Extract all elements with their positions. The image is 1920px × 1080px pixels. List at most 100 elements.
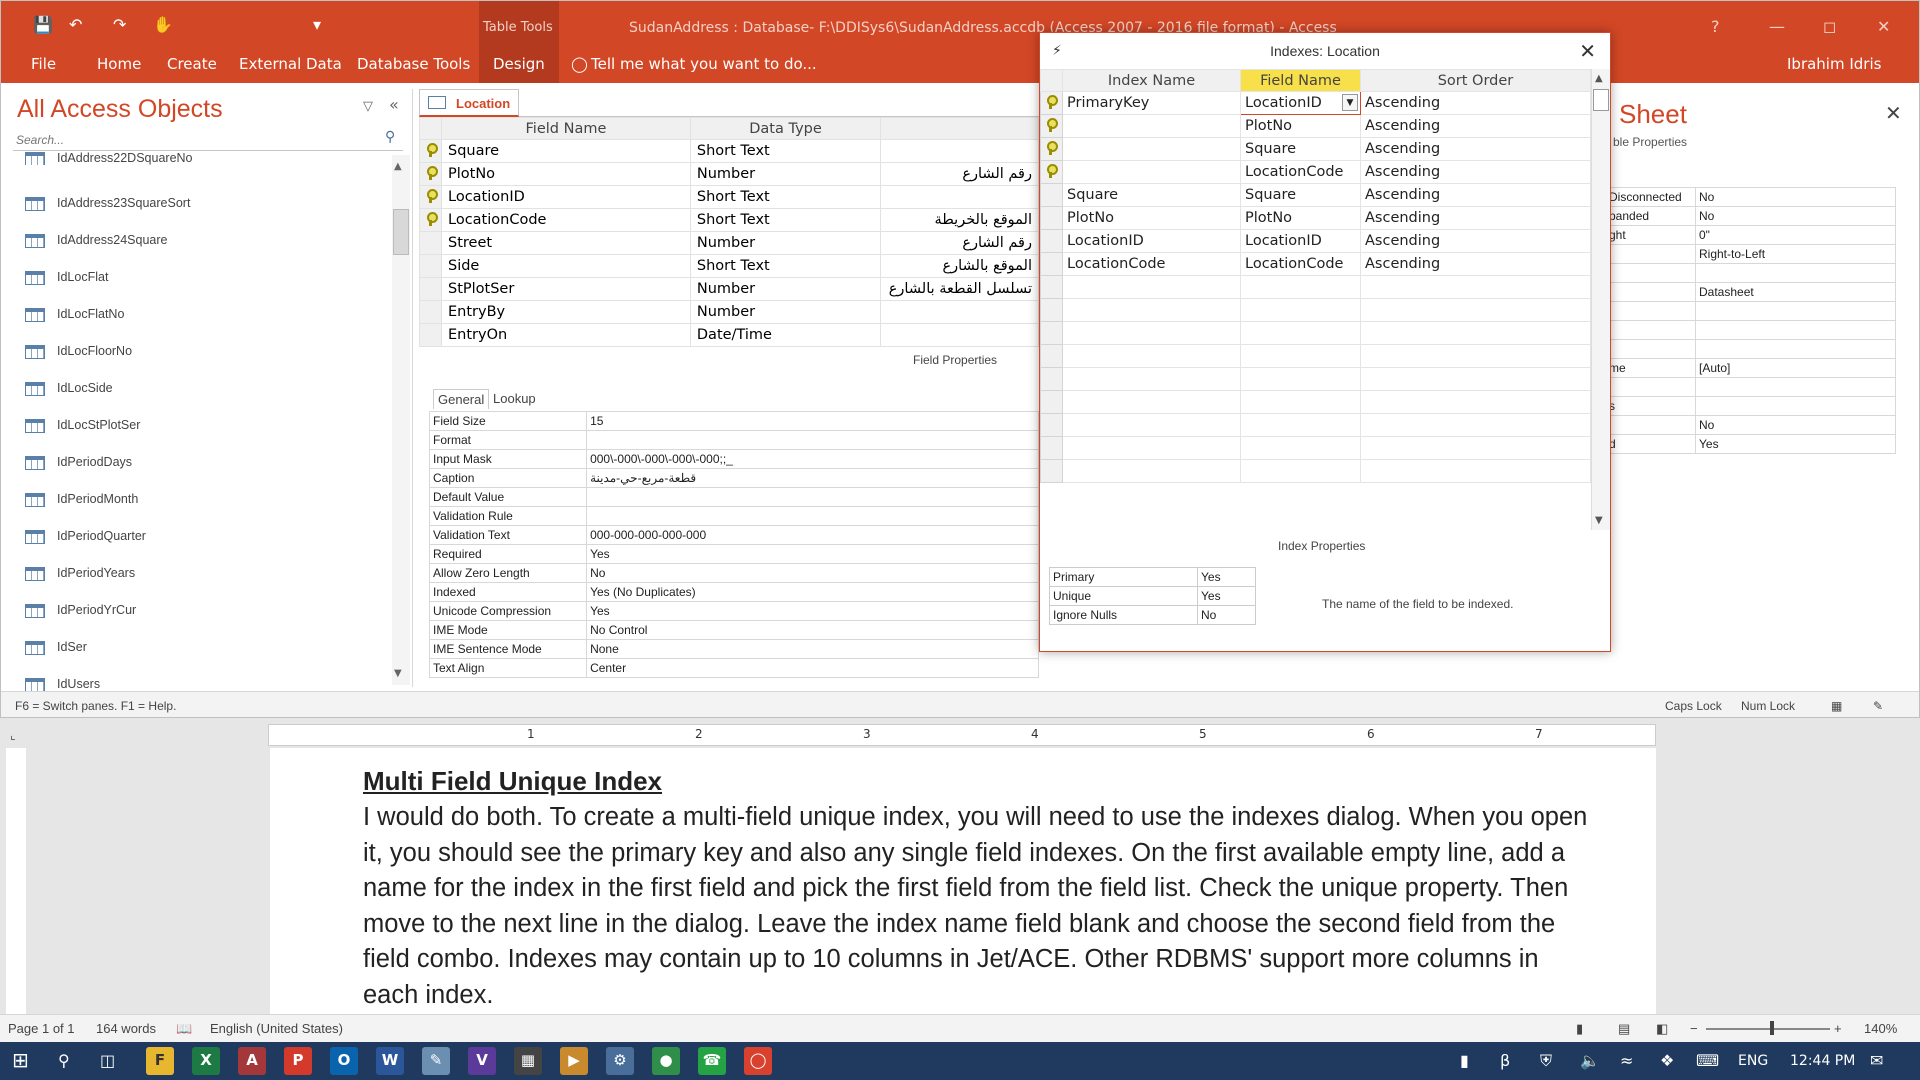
- data-type-cell[interactable]: Short Text: [689, 208, 882, 232]
- description-cell[interactable]: [880, 185, 1039, 209]
- volume-tray-icon[interactable]: 🔈: [1580, 1051, 1600, 1070]
- indexes-scrollbar[interactable]: ▲ ▼: [1591, 69, 1610, 530]
- nav-item[interactable]: IdPeriodYears: [25, 566, 385, 586]
- field-row[interactable]: PlotNo Number رقم الشارع: [419, 162, 1039, 186]
- row-selector[interactable]: [419, 231, 442, 255]
- tab-create[interactable]: Create: [167, 55, 217, 73]
- index-row-selector[interactable]: [1040, 436, 1063, 460]
- index-row[interactable]: LocationCode LocationCode Ascending: [1040, 252, 1591, 276]
- horizontal-ruler[interactable]: 1 2 3 4 5 6 7: [268, 724, 1656, 746]
- calculator-app-icon[interactable]: ▦: [514, 1047, 542, 1075]
- property-sheet-value[interactable]: [1695, 377, 1896, 397]
- index-name-cell[interactable]: [1062, 436, 1241, 460]
- index-row[interactable]: [1040, 413, 1591, 437]
- tab-design[interactable]: Design: [493, 55, 545, 73]
- property-sheet-row[interactable]: [1605, 263, 1896, 283]
- property-sheet-row[interactable]: [1605, 320, 1896, 340]
- description-cell[interactable]: [880, 300, 1039, 324]
- property-value[interactable]: Center: [586, 658, 1039, 678]
- property-sheet-value[interactable]: 0": [1695, 225, 1896, 245]
- index-field-cell[interactable]: [1240, 298, 1361, 322]
- field-row[interactable]: LocationCode Short Text الموقع بالخريطة: [419, 208, 1039, 232]
- index-row[interactable]: [1040, 321, 1591, 345]
- field-row[interactable]: Street Number رقم الشارع: [419, 231, 1039, 255]
- settings-app-icon[interactable]: ⚙: [606, 1047, 634, 1075]
- print-layout-icon[interactable]: ▤: [1618, 1021, 1630, 1037]
- indexes-close-icon[interactable]: ✕: [1579, 39, 1596, 63]
- property-sheet-row[interactable]: No: [1605, 415, 1896, 435]
- tab-general[interactable]: General: [433, 389, 490, 409]
- index-row[interactable]: [1040, 298, 1591, 322]
- index-row[interactable]: PlotNo Ascending: [1040, 114, 1591, 138]
- index-field-cell[interactable]: [1240, 367, 1361, 391]
- row-selector[interactable]: [419, 300, 442, 324]
- index-sort-cell[interactable]: [1360, 321, 1591, 345]
- property-value[interactable]: 000-000-000-000-000: [586, 525, 1039, 545]
- index-name-cell[interactable]: [1062, 459, 1241, 483]
- field-name-cell[interactable]: EntryOn: [441, 323, 691, 347]
- index-row[interactable]: Square Square Ascending: [1040, 183, 1591, 207]
- index-row[interactable]: [1040, 436, 1591, 460]
- zoom-slider-thumb[interactable]: [1770, 1021, 1774, 1035]
- row-selector[interactable]: [419, 162, 442, 186]
- index-sort-cell[interactable]: [1360, 367, 1591, 391]
- nav-item[interactable]: IdLocFlat: [25, 270, 385, 290]
- index-row[interactable]: [1040, 344, 1591, 368]
- index-sort-cell[interactable]: Ascending: [1360, 206, 1591, 230]
- excel-app-icon[interactable]: X: [192, 1047, 220, 1075]
- index-property-row[interactable]: Primary Yes: [1049, 567, 1256, 587]
- property-row[interactable]: Format: [428, 430, 1039, 450]
- index-name-cell[interactable]: [1062, 344, 1241, 368]
- index-field-cell[interactable]: LocationCode: [1240, 160, 1361, 184]
- index-row[interactable]: PlotNo PlotNo Ascending: [1040, 206, 1591, 230]
- property-row[interactable]: Unicode Compression Yes: [428, 601, 1039, 621]
- zoom-in-icon[interactable]: +: [1834, 1021, 1842, 1036]
- word-app-icon[interactable]: W: [376, 1047, 404, 1075]
- property-sheet-value[interactable]: No: [1695, 187, 1896, 207]
- nav-item[interactable]: IdAddress22DSquareNo: [25, 151, 385, 165]
- index-row[interactable]: [1040, 275, 1591, 299]
- index-property-row[interactable]: Ignore Nulls No: [1049, 605, 1256, 625]
- index-name-cell[interactable]: LocationCode: [1062, 252, 1241, 276]
- index-name-cell[interactable]: [1062, 367, 1241, 391]
- document-body[interactable]: I would do both. To create a multi-field…: [363, 800, 1593, 1014]
- index-property-value[interactable]: Yes: [1197, 586, 1256, 606]
- index-name-cell[interactable]: [1062, 321, 1241, 345]
- property-sheet-row[interactable]: Disconnected No: [1605, 187, 1896, 207]
- proofing-icon[interactable]: 📖: [176, 1021, 192, 1037]
- field-name-cell[interactable]: Square: [441, 139, 691, 163]
- index-row-selector[interactable]: [1040, 367, 1063, 391]
- nav-item[interactable]: IdPeriodMonth: [25, 492, 385, 512]
- index-row[interactable]: [1040, 367, 1591, 391]
- clock[interactable]: 12:44 PM: [1790, 1053, 1855, 1069]
- description-cell[interactable]: الموقع بالخريطة: [880, 208, 1039, 232]
- index-row-selector[interactable]: [1040, 459, 1063, 483]
- row-selector[interactable]: [419, 323, 442, 347]
- index-name-cell[interactable]: [1062, 114, 1241, 138]
- property-sheet-value[interactable]: No: [1695, 415, 1896, 435]
- index-field-cell[interactable]: [1240, 321, 1361, 345]
- explorer-app-icon[interactable]: F: [146, 1047, 174, 1075]
- document-heading[interactable]: Multi Field Unique Index: [363, 766, 662, 797]
- index-field-cell[interactable]: [1240, 413, 1361, 437]
- nav-item[interactable]: IdLocFloorNo: [25, 344, 385, 364]
- property-value[interactable]: 000\-000\-000\-000\-000;;_: [586, 449, 1039, 469]
- search-icon[interactable]: ⚲: [385, 129, 395, 145]
- description-cell[interactable]: رقم الشارع: [880, 162, 1039, 186]
- property-sheet-value[interactable]: [1695, 301, 1896, 321]
- index-name-cell[interactable]: [1062, 137, 1241, 161]
- undo-icon[interactable]: ↶: [69, 15, 82, 34]
- index-name-cell[interactable]: LocationID: [1062, 229, 1241, 253]
- nav-item[interactable]: IdLocStPlotSer: [25, 418, 385, 438]
- index-row-selector[interactable]: [1040, 344, 1063, 368]
- field-row[interactable]: StPlotSer Number تسلسل القطعة بالشارع: [419, 277, 1039, 301]
- property-value[interactable]: 15: [586, 411, 1039, 431]
- property-sheet-row[interactable]: d Yes: [1605, 434, 1896, 454]
- property-row[interactable]: Caption قطعة-مربع-حي-مدينة: [428, 468, 1039, 488]
- index-sort-cell[interactable]: Ascending: [1360, 160, 1591, 184]
- index-name-cell[interactable]: [1062, 160, 1241, 184]
- index-sort-cell[interactable]: Ascending: [1360, 229, 1591, 253]
- redo-icon[interactable]: ↷: [113, 15, 126, 34]
- maximize-icon[interactable]: ◻: [1823, 17, 1836, 36]
- property-sheet-row[interactable]: panded No: [1605, 206, 1896, 226]
